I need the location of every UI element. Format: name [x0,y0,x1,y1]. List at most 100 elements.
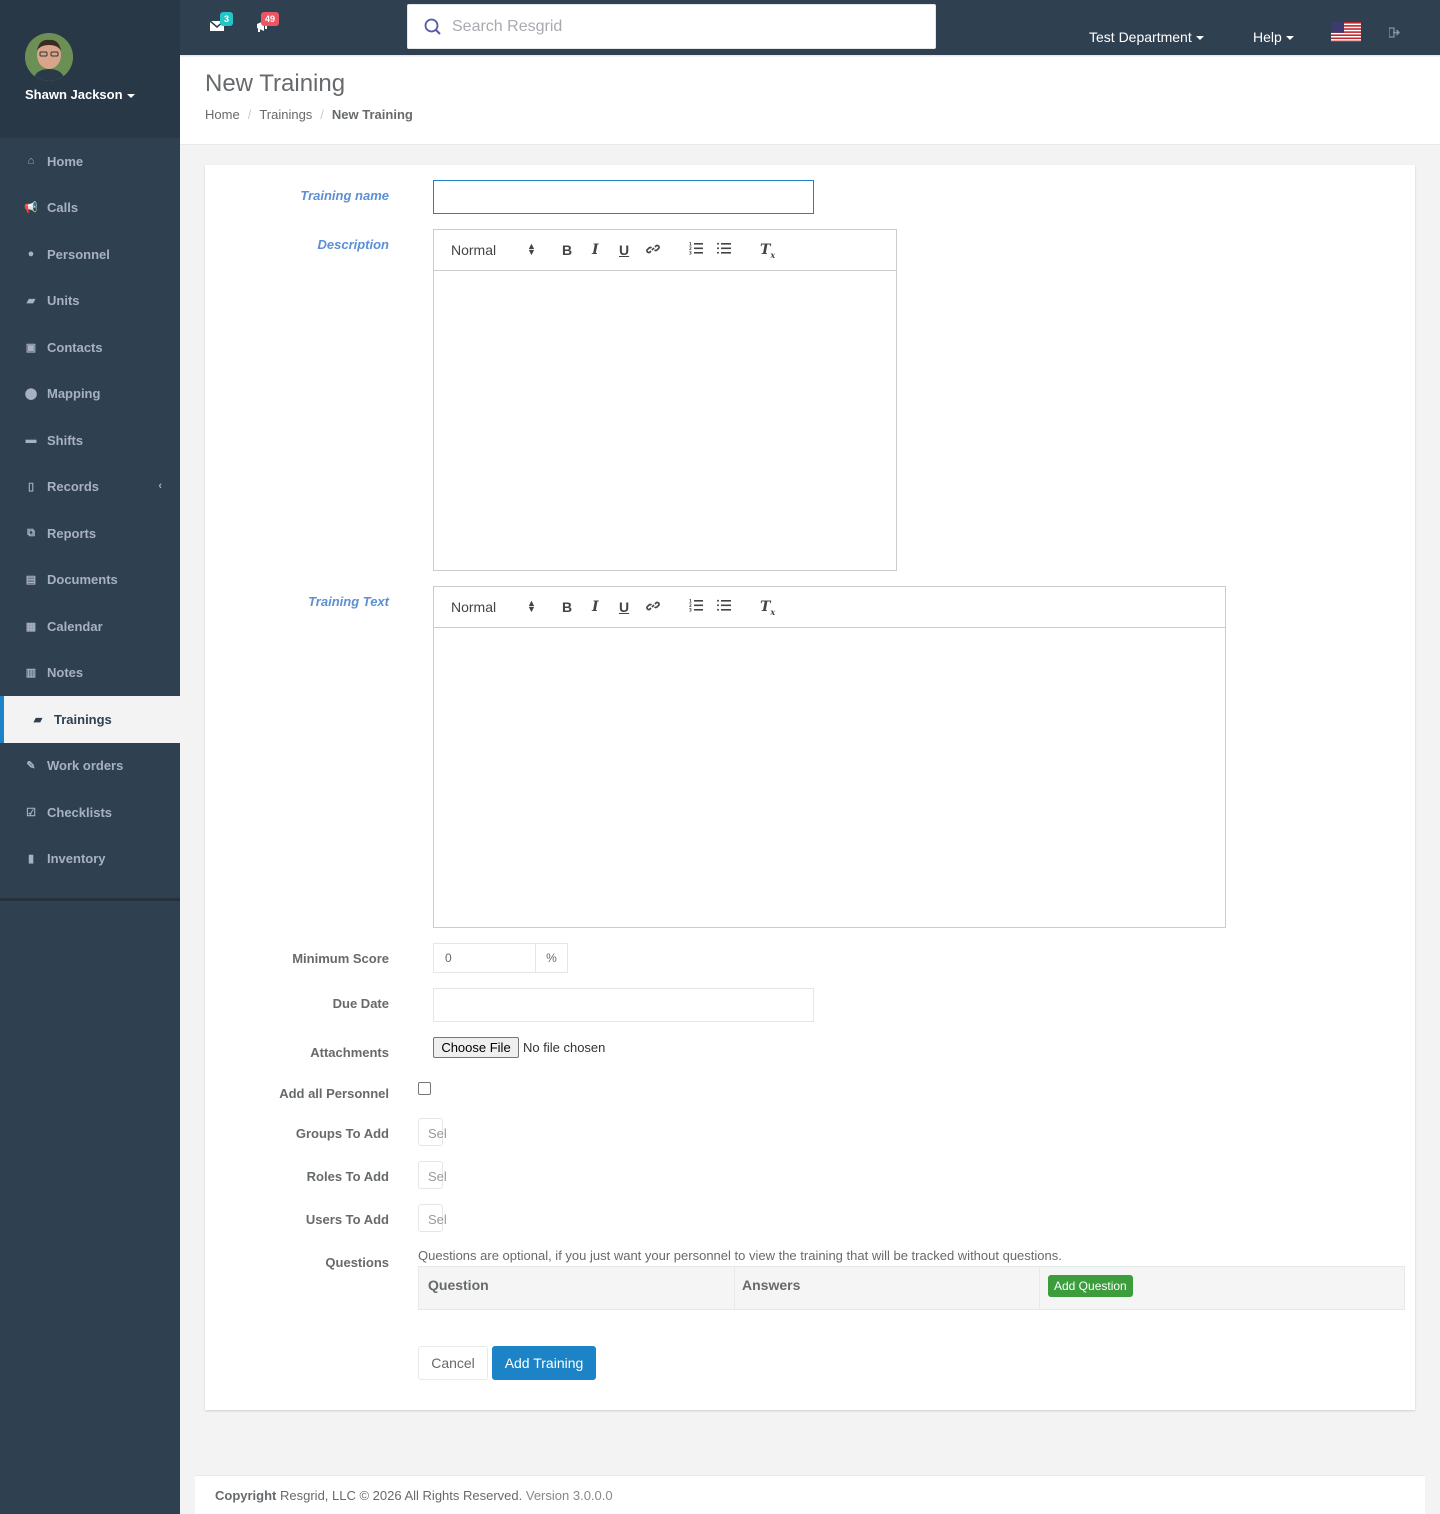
barcode-icon: ▮ [27,853,35,866]
department-label: Test Department [1089,29,1192,45]
bullet-list-button[interactable] [717,242,731,258]
due-date-input[interactable] [433,988,814,1022]
link-button[interactable] [646,242,660,259]
sidebar-item-mapping[interactable]: ⬤ Mapping [0,371,180,418]
document-icon: ▤ [25,574,37,587]
italic-button[interactable]: I [592,242,599,258]
contact-icon: ▣ [25,341,37,354]
min-score-input[interactable]: 0 [433,943,536,973]
sidebar-item-inventory[interactable]: ▮ Inventory [0,836,180,883]
question-column-header: Question [428,1277,489,1293]
breadcrumb-home[interactable]: Home [205,107,240,122]
breadcrumb-trainings[interactable]: Trainings [259,107,312,122]
sidebar-item-label: Inventory [47,851,106,867]
link-icon [646,601,660,611]
sidebar-item-home[interactable]: ⌂ Home [0,138,180,185]
groups-select[interactable]: Sel [418,1118,447,1146]
description-label: Description [317,237,389,252]
sidebar-item-notes[interactable]: ▥ Notes [0,650,180,697]
bullet-list-icon [717,599,731,611]
sidebar-nav: ⌂ Home 📢 Calls ● Personnel ▰ Units ▣ Contacts ⬤ Map… [0,138,180,882]
wrench-icon: ✎ [26,760,36,773]
user-icon: ● [27,248,35,261]
clear-format-button[interactable]: Tx [760,599,775,617]
ordered-list-button[interactable]: 123 [689,242,703,258]
link-button[interactable] [646,599,660,616]
attachments-label: Attachments [310,1045,389,1060]
page-title: New Training [205,70,346,97]
sidebar-item-label: Work orders [47,758,124,774]
sidebar-item-records[interactable]: ▯ Records ‹ [0,464,180,511]
topbar: 3 49 Test Department Help [180,0,1440,56]
underline-button[interactable]: U [619,242,629,258]
alerts-button[interactable]: 49 [256,12,280,35]
sidebar-divider [0,898,180,901]
sidebar-item-label: Reports [47,525,97,541]
choose-file-button[interactable]: Choose File [433,1037,519,1058]
format-label: Normal [451,242,497,258]
sidebar-item-label: Contacts [47,339,103,355]
ordered-list-button[interactable]: 123 [689,599,703,615]
messages-button[interactable]: 3 [209,12,234,35]
ordered-list-icon: 123 [689,599,703,613]
add-training-button[interactable]: Add Training [492,1346,596,1380]
add-all-personnel-checkbox[interactable] [418,1082,431,1095]
file-icon: ▯ [27,481,35,494]
italic-button[interactable]: I [592,599,599,615]
help-dropdown[interactable]: Help [1253,29,1294,45]
add-question-button[interactable]: Add Question [1048,1275,1133,1297]
training-text-editor: Normal ▲ ▼ B I U 123 Tx [433,586,1226,928]
sidebar-item-checklists[interactable]: ☑ Checklists [0,789,180,836]
check-square-icon: ☑ [26,806,36,819]
due-date-label: Due Date [332,996,389,1011]
underline-button[interactable]: U [619,599,629,615]
sidebar-item-reports[interactable]: ⧉ Reports [0,510,180,557]
roles-label: Roles To Add [306,1169,389,1184]
questions-help-text: Questions are optional, if you just want… [418,1248,1062,1263]
sidebar-item-label: Calls [47,200,79,216]
chevron-down-icon [1195,36,1204,41]
sidebar-item-label: Mapping [47,386,101,402]
bold-button[interactable]: B [562,242,572,258]
page-header: New Training Home / Trainings / New Training [180,57,1440,145]
bullet-list-button[interactable] [717,599,731,615]
avatar[interactable] [25,33,73,81]
breadcrumb: Home / Trainings / New Training [205,107,413,122]
sidebar-item-shifts[interactable]: ▬ Shifts [0,417,180,464]
users-select[interactable]: Sel [418,1204,447,1232]
language-flag-button[interactable] [1331,22,1361,45]
training-name-input[interactable] [433,180,814,214]
sidebar-item-calls[interactable]: 📢 Calls [0,185,180,232]
bullet-list-icon [717,242,731,254]
logout-button[interactable] [1388,26,1401,41]
format-select[interactable]: Normal ▲ ▼ [451,242,536,259]
copy-icon: ⧉ [27,526,35,539]
clear-format-button[interactable]: Tx [760,242,775,260]
cancel-button[interactable]: Cancel [418,1346,488,1380]
version-text: Version 3.0.0.0 [525,1488,613,1503]
profile-name[interactable]: Shawn Jackson [25,87,135,102]
sidebar-item-calendar[interactable]: ▦ Calendar [0,603,180,650]
questions-table: Question Answers Add Question [418,1266,1405,1310]
sidebar-item-trainings[interactable]: ▰ Trainings [0,696,180,743]
calendar-icon: ▦ [25,620,37,633]
sidebar-item-label: Notes [47,665,84,681]
bullhorn-icon: 📢 [24,202,38,215]
chevron-down-icon [1285,36,1294,41]
sidebar-item-documents[interactable]: ▤ Documents [0,557,180,604]
sidebar-item-work-orders[interactable]: ✎ Work orders [0,743,180,790]
training-text-toolbar: Normal ▲ ▼ B I U 123 Tx [434,587,1225,628]
chevron-down-icon [126,93,135,98]
add-all-personnel-label: Add all Personnel [279,1086,389,1101]
sidebar-item-label: Documents [47,572,118,588]
sidebar-item-personnel[interactable]: ● Personnel [0,231,180,278]
department-dropdown[interactable]: Test Department [1089,29,1204,45]
description-toolbar: Normal ▲ ▼ B I U 123 Tx [434,230,896,271]
chevron-left-icon: ‹ [158,479,162,492]
sidebar-item-contacts[interactable]: ▣ Contacts [0,324,180,371]
format-select[interactable]: Normal ▲ ▼ [451,599,536,616]
sidebar-item-units[interactable]: ▰ Units [0,278,180,325]
bold-button[interactable]: B [562,599,572,615]
roles-select[interactable]: Sel [418,1161,447,1189]
search-input[interactable] [452,6,922,47]
